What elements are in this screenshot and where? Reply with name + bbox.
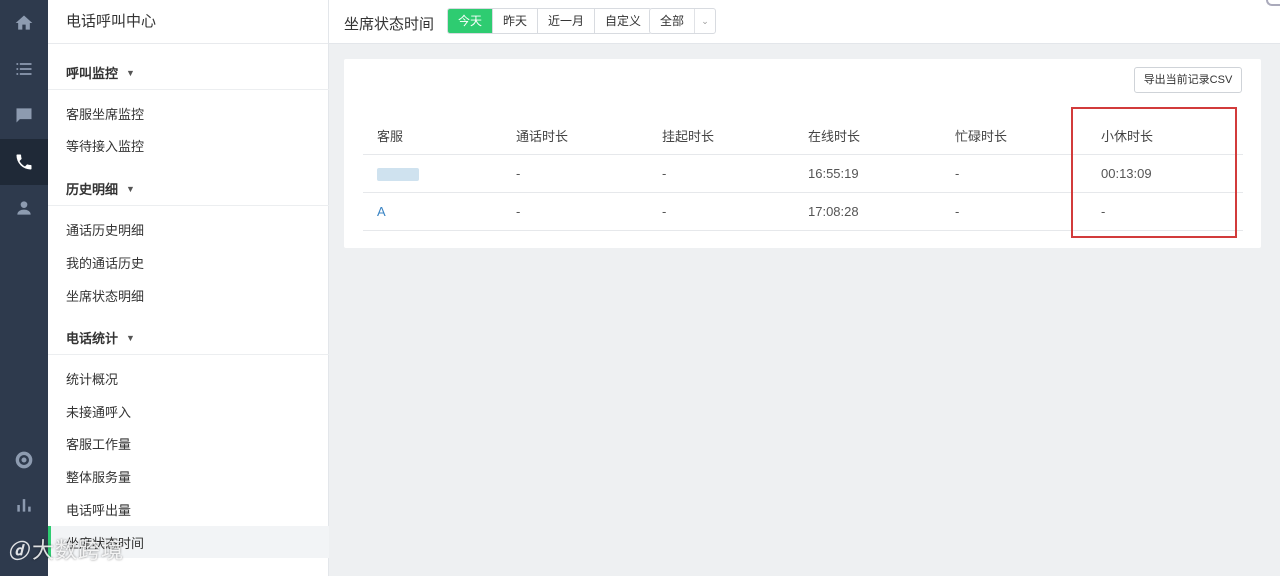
group-label: 呼叫监控 — [66, 66, 119, 81]
phone-icon[interactable] — [0, 139, 48, 185]
cell-online: 17:08:28 — [794, 192, 941, 231]
agent-filter-select[interactable]: 全部 ⌄ — [649, 8, 716, 34]
nav-outbound-volume[interactable]: 电话呼出量 — [48, 493, 329, 525]
range-yesterday-button[interactable]: 昨天 — [493, 9, 539, 33]
top-bar: 坐席状态时间 今天 昨天 近一月 自定义 全部 ⌄ — [329, 0, 1280, 44]
redacted-name — [377, 167, 419, 181]
caret-down-icon: ▼ — [126, 183, 135, 194]
watermark-text: 大数跨境 — [32, 538, 125, 563]
sidebar: 电话呼叫中心 呼叫监控 ▼ 客服坐席监控 等待接入监控 历史明细 ▼ 通话历史明… — [48, 0, 329, 576]
nav-my-call-history[interactable]: 我的通话历史 — [48, 246, 329, 278]
stats-icon[interactable] — [0, 482, 48, 528]
status-table: 客服 通话时长 挂起时长 在线时长 忙碌时长 小休时长 - - 16:55:19… — [363, 117, 1243, 231]
group-phone-stats[interactable]: 电话统计 ▼ — [48, 321, 329, 355]
col-header-busy: 忙碌时长 — [941, 117, 1087, 155]
cell-busy: - — [941, 154, 1087, 193]
agent-name-link[interactable] — [363, 154, 502, 193]
nav-agent-monitor[interactable]: 客服坐席监控 — [48, 97, 329, 129]
group-label: 历史明细 — [66, 182, 119, 197]
nav-queue-monitor[interactable]: 等待接入监控 — [48, 129, 329, 161]
col-header-online: 在线时长 — [794, 117, 941, 155]
cell-hold: - — [648, 192, 794, 231]
nav-missed-calls[interactable]: 未接通呼入 — [48, 395, 329, 427]
col-header-talk: 通话时长 — [502, 117, 648, 155]
cell-hold: - — [648, 154, 794, 193]
sidebar-title: 电话呼叫中心 — [48, 0, 328, 44]
nav-stats-overview[interactable]: 统计概况 — [48, 362, 329, 394]
filter-value: 全部 — [650, 9, 695, 33]
chevron-down-icon: ⌄ — [701, 15, 709, 26]
export-csv-button[interactable]: 导出当前记录CSV — [1134, 67, 1242, 93]
home-icon[interactable] — [0, 0, 48, 46]
caret-down-icon: ▼ — [126, 67, 135, 78]
watermark-logo-icon: ⓓ — [8, 540, 28, 563]
cell-break: 00:13:09 — [1087, 154, 1243, 193]
col-header-break: 小休时长 — [1087, 117, 1243, 155]
col-header-hold: 挂起时长 — [648, 117, 794, 155]
chat-icon[interactable] — [0, 92, 48, 138]
cell-talk: - — [502, 154, 648, 193]
cell-break: - — [1087, 192, 1243, 231]
group-call-monitor[interactable]: 呼叫监控 ▼ — [48, 56, 329, 90]
watermark: ⓓ 大数跨境 — [8, 533, 124, 565]
date-range-group: 今天 昨天 近一月 自定义 — [447, 8, 653, 34]
icon-rail — [0, 0, 48, 576]
table-row: A - - 17:08:28 - - — [363, 192, 1243, 231]
help-icon[interactable] — [0, 437, 48, 483]
cell-busy: - — [941, 192, 1087, 231]
cell-talk: - — [502, 192, 648, 231]
col-header-agent: 客服 — [363, 117, 502, 155]
range-month-button[interactable]: 近一月 — [538, 9, 596, 33]
nav-call-history[interactable]: 通话历史明细 — [48, 213, 329, 245]
group-label: 电话统计 — [66, 331, 119, 346]
window-corner-icon — [1266, 0, 1280, 6]
caret-down-icon: ▼ — [126, 332, 135, 343]
table-header-row: 客服 通话时长 挂起时长 在线时长 忙碌时长 小休时长 — [363, 117, 1243, 155]
table-row: - - 16:55:19 - 00:13:09 — [363, 154, 1243, 193]
user-icon[interactable] — [0, 185, 48, 231]
nav-agent-status-detail[interactable]: 坐席状态明细 — [48, 279, 329, 311]
data-card: 导出当前记录CSV 客服 通话时长 挂起时长 在线时长 忙碌时长 小休时长 - … — [344, 59, 1261, 248]
group-history[interactable]: 历史明细 ▼ — [48, 172, 329, 206]
nav-agent-workload[interactable]: 客服工作量 — [48, 427, 329, 459]
cell-online: 16:55:19 — [794, 154, 941, 193]
range-custom-button[interactable]: 自定义 — [595, 9, 652, 33]
range-today-button[interactable]: 今天 — [448, 9, 494, 33]
list-icon[interactable] — [0, 46, 48, 92]
nav-overall-service[interactable]: 整体服务量 — [48, 460, 329, 492]
agent-name-link[interactable]: A — [363, 192, 502, 231]
page-title: 坐席状态时间 — [344, 16, 435, 33]
